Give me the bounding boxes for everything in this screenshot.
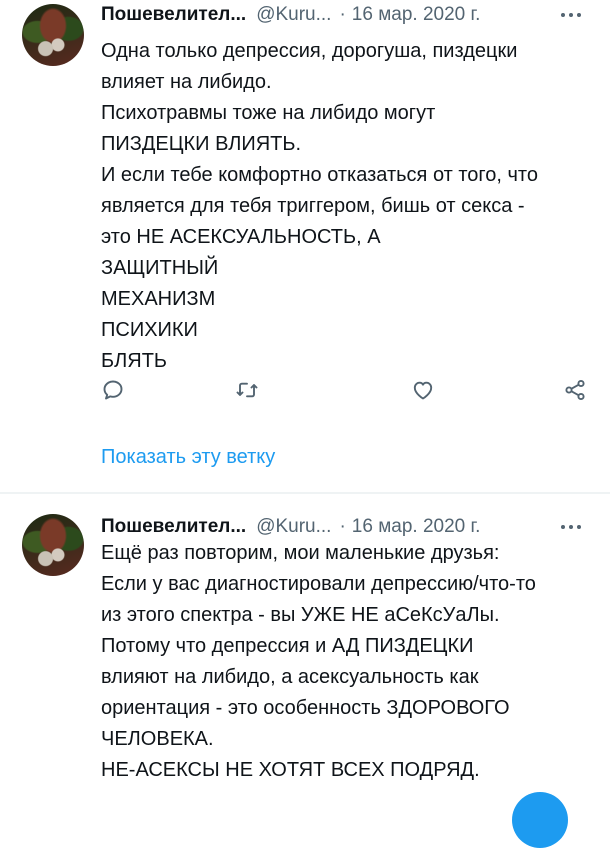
- tweet-date[interactable]: 16 мар. 2020 г.: [352, 516, 481, 538]
- show-thread-link[interactable]: Показать эту ветку: [101, 446, 275, 469]
- tweet-header: Пошевелител... @Kuru... · 16 мар. 2020 г…: [101, 2, 480, 28]
- author-handle[interactable]: @Kuru...: [256, 516, 331, 538]
- tweet-header: Пошевелител... @Kuru... · 16 мар. 2020 г…: [101, 514, 480, 540]
- tweet-line: Если у вас диагностировали депрессию/что…: [101, 573, 536, 595]
- retweet-button[interactable]: [229, 372, 265, 408]
- more-icon[interactable]: [556, 2, 586, 28]
- tweet-line: НЕ-АСЕКСЫ НЕ ХОТЯТ ВСЕХ ПОДРЯД.: [101, 759, 480, 781]
- tweet-text: Одна только депрессия, дорогуша, пиздецк…: [101, 36, 591, 377]
- author-name[interactable]: Пошевелител...: [101, 516, 246, 538]
- tweet-line: ЗАЩИТНЫЙ: [101, 257, 219, 279]
- retweet-icon: [236, 382, 258, 398]
- author-handle[interactable]: @Kuru...: [256, 4, 331, 26]
- like-button[interactable]: [405, 372, 441, 408]
- share-button[interactable]: [557, 372, 593, 408]
- heart-icon: [413, 381, 433, 400]
- tweet[interactable]: Пошевелител... @Kuru... · 16 мар. 2020 г…: [0, 494, 610, 800]
- tweet[interactable]: Пошевелител... @Kuru... · 16 мар. 2020 г…: [0, 0, 610, 492]
- reply-icon: [103, 380, 123, 400]
- more-icon[interactable]: [556, 514, 586, 540]
- tweet-actions: [95, 372, 595, 408]
- compose-button[interactable]: [512, 792, 568, 848]
- tweet-line: является для тебя триггером, бишь от сек…: [101, 195, 525, 217]
- share-icon: [565, 379, 585, 401]
- tweet-line: Психотравмы тоже на либидо могут: [101, 102, 436, 124]
- tweet-line: Ещё раз повторим, мои маленькие друзья:: [101, 542, 500, 564]
- separator: ·: [339, 516, 346, 537]
- author-name[interactable]: Пошевелител...: [101, 4, 246, 26]
- tweet-line: Потому что депрессия и АД ПИЗДЕЦКИ: [101, 635, 474, 657]
- separator: ·: [339, 4, 346, 25]
- tweet-line: ЧЕЛОВЕКА.: [101, 728, 214, 750]
- avatar[interactable]: [22, 514, 84, 576]
- avatar[interactable]: [22, 4, 84, 66]
- tweet-text: Ещё раз повторим, мои маленькие друзья: …: [101, 538, 591, 786]
- tweet-line: ПИЗДЕЦКИ ВЛИЯТЬ.: [101, 133, 302, 155]
- tweet-line: И если тебе комфортно отказаться от того…: [101, 164, 538, 186]
- tweet-line: влияют на либидо, а асексуальность как: [101, 666, 479, 688]
- tweet-line: влияет на либидо.: [101, 71, 272, 93]
- tweet-line: это НЕ АСЕКСУАЛЬНОСТЬ, А: [101, 226, 381, 248]
- tweet-line: МЕХАНИЗМ: [101, 288, 216, 310]
- tweet-line: ПСИХИКИ: [101, 319, 198, 341]
- tweet-line: из этого спектра - вы УЖЕ НЕ аСеКсУаЛы.: [101, 604, 500, 626]
- tweet-date[interactable]: 16 мар. 2020 г.: [352, 4, 481, 26]
- tweet-line: Одна только депрессия, дорогуша, пиздецк…: [101, 40, 518, 62]
- tweet-line: ориентация - это особенность ЗДОРОВОГО: [101, 697, 510, 719]
- reply-button[interactable]: [95, 372, 131, 408]
